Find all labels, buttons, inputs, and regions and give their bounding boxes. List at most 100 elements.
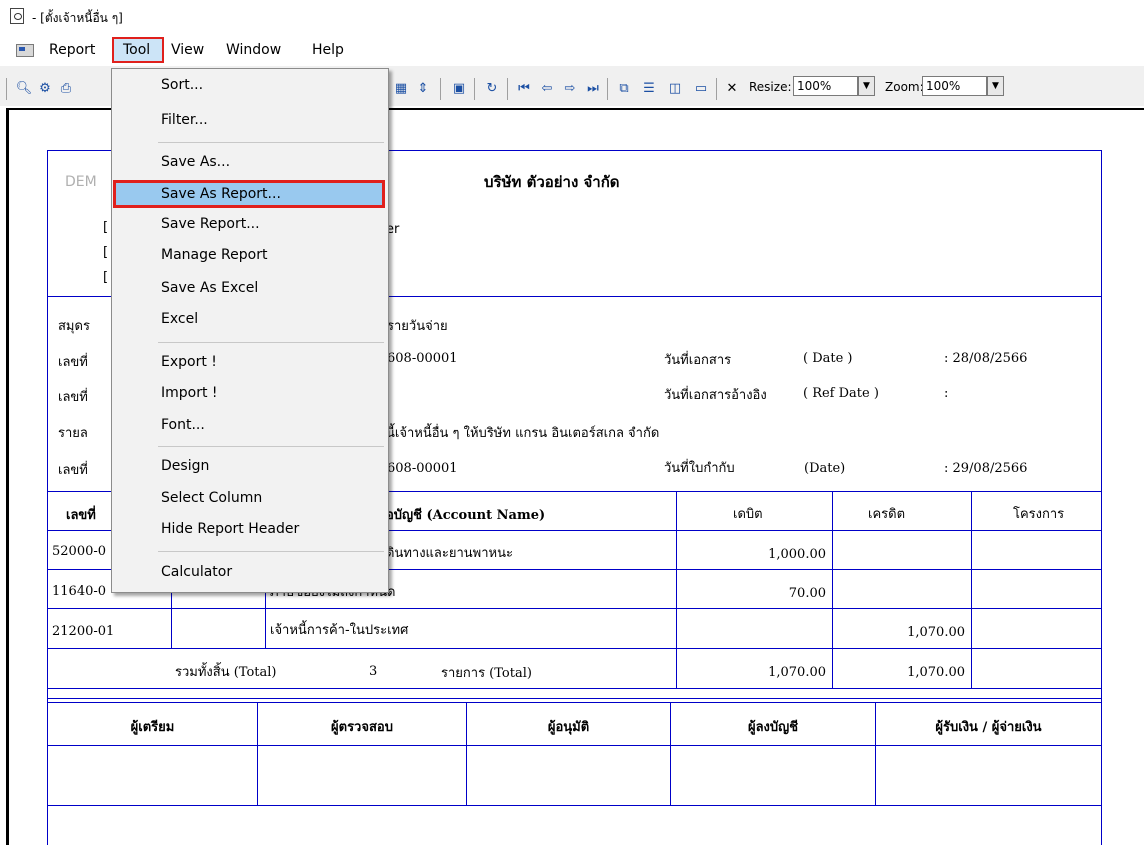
menu-item-calculator[interactable]: Calculator [113, 560, 385, 584]
total-items-label: รายการ (Total) [441, 666, 532, 681]
toolbar-separator [607, 78, 608, 100]
menu-tool[interactable]: Tool [120, 40, 153, 60]
ref-no-label: เลขที่ [58, 390, 88, 405]
app-menu-icon[interactable] [16, 44, 34, 57]
columns-icon[interactable]: ◫ [666, 80, 684, 98]
company-name: บริษัท ตัวอย่าง จำกัด [484, 173, 620, 191]
toolbar-separator [440, 78, 441, 100]
menu-separator [158, 142, 384, 143]
table-border [47, 688, 1102, 689]
print-icon[interactable]: ⎙ [57, 80, 75, 98]
prev-page-icon[interactable]: ⇦ [538, 80, 556, 98]
last-page-icon[interactable]: ⏭ [584, 80, 602, 98]
menu-item-save-as-excel[interactable]: Save As Excel [113, 276, 385, 300]
ref-date-en: ( Ref Date ) [803, 386, 879, 401]
col-acct-name: อบัญชี (Account Name) [386, 508, 546, 523]
menu-item-export[interactable]: Export ! [113, 350, 385, 374]
zoom-icon[interactable]: 🔍︎ [15, 80, 33, 98]
chevron-down-icon[interactable]: ▼ [987, 76, 1004, 96]
menu-item-select-column[interactable]: Select Column [113, 486, 385, 510]
ref-date-value: : [944, 386, 949, 401]
fit-height-icon[interactable]: ⇕ [414, 80, 432, 98]
resize-select[interactable]: 100% [793, 76, 858, 96]
refresh-icon[interactable]: ↻ [483, 80, 501, 98]
menu-item-sort[interactable]: Sort... [113, 73, 385, 97]
menu-item-design[interactable]: Design [113, 454, 385, 478]
menu-item-save-report[interactable]: Save Report... [113, 212, 385, 236]
book-label: สมุดร [58, 319, 90, 334]
sign-checker: ผู้ตรวจสอบ [331, 720, 393, 735]
menu-separator [158, 342, 384, 343]
table-border [676, 491, 677, 688]
company-watermark: DEM [65, 174, 97, 190]
menu-separator [158, 551, 384, 552]
ref-date-label: วันที่เอกสารอ้างอิง [664, 388, 767, 403]
chevron-down-icon[interactable]: ▼ [858, 76, 875, 96]
inv-date-label: วันที่ใบกำกับ [664, 461, 735, 476]
setup-icon[interactable]: ⚙ [36, 80, 54, 98]
toolbar-separator [474, 78, 475, 100]
row-debit: 1,000.00 [768, 547, 826, 562]
header-bracket: [ [103, 270, 109, 285]
menu-item-save-as-report[interactable]: Save As Report... [113, 182, 385, 206]
doc-date-en: ( Date ) [803, 351, 853, 366]
menu-item-import[interactable]: Import ! [113, 381, 385, 405]
doc-date-label: วันที่เอกสาร [664, 353, 732, 368]
col-acct-no: เลขที่ [66, 508, 96, 523]
rows-icon[interactable]: ☰ [640, 80, 658, 98]
grid-icon[interactable]: ▦ [392, 80, 410, 98]
row-code: 21200-01 [52, 624, 115, 639]
row-debit: 70.00 [788, 586, 826, 601]
zoom-select[interactable]: 100% [922, 76, 987, 96]
calculator-icon[interactable]: ▣ [450, 80, 468, 98]
title-bar [0, 0, 1144, 36]
table-border [832, 491, 833, 688]
table-border [47, 648, 1102, 649]
single-page-icon[interactable]: ▭ [692, 80, 710, 98]
first-page-icon[interactable]: ⏮ [515, 80, 533, 98]
menu-item-excel[interactable]: Excel [113, 307, 385, 331]
sign-border [47, 702, 1102, 703]
table-border [47, 608, 1102, 609]
sign-border [47, 698, 1102, 699]
menu-item-font[interactable]: Font... [113, 413, 385, 437]
menu-report[interactable]: Report [46, 40, 98, 60]
close-icon[interactable]: ✕ [723, 80, 741, 98]
col-project: โครงการ [1013, 507, 1065, 522]
menu-help[interactable]: Help [309, 40, 347, 60]
menu-item-manage-report[interactable]: Manage Report [113, 243, 385, 267]
table-border [971, 491, 972, 688]
book-value: รายวันจ่าย [387, 319, 448, 334]
header-bracket: [ [103, 220, 109, 235]
menu-separator [158, 446, 384, 447]
detail-label: รายล [58, 426, 88, 441]
row-name: ดินทางและยานพาหนะ [386, 546, 513, 561]
inv-date-value: : 29/08/2566 [944, 461, 1028, 476]
header-bracket: [ [103, 245, 109, 260]
multi-page-icon[interactable]: ⧉ [615, 80, 633, 98]
menu-view[interactable]: View [168, 40, 207, 60]
row-code: 11640-0 [52, 584, 107, 599]
row-credit: 1,070.00 [907, 625, 965, 640]
row-code: 52000-0 [52, 544, 107, 559]
window-title: - [ตั้งเจ้าหนี้อื่น ๆ] [32, 11, 123, 25]
row-name: เจ้าหนี้การค้า-ในประเทศ [270, 623, 409, 638]
inv-date-en: (Date) [804, 461, 846, 476]
divider [1101, 296, 1102, 491]
doc-date-value: : 28/08/2566 [944, 351, 1028, 366]
menu-item-filter[interactable]: Filter... [113, 108, 385, 132]
sign-preparer: ผู้เตรียม [130, 720, 175, 735]
sign-border [47, 805, 1102, 806]
total-label: รวมทั้งสิ้น (Total) [175, 665, 277, 680]
sign-payee: ผู้รับเงิน / ผู้จ่ายเงิน [935, 720, 1042, 735]
menu-item-save-as[interactable]: Save As... [113, 150, 385, 174]
menu-window[interactable]: Window [223, 40, 284, 60]
col-debit: เดบิต [733, 507, 763, 522]
next-page-icon[interactable]: ⇨ [561, 80, 579, 98]
doc-no-value: 608-00001 [387, 351, 458, 366]
print-preview-icon [10, 8, 24, 24]
total-debit: 1,070.00 [768, 665, 826, 680]
menu-item-hide-report-header[interactable]: Hide Report Header [113, 517, 385, 541]
detail-value: นี้เจ้าหนี้อื่น ๆ ให้บริษัท แกรน อินเตอร… [386, 426, 660, 441]
zoom-label: Zoom: [885, 80, 924, 94]
